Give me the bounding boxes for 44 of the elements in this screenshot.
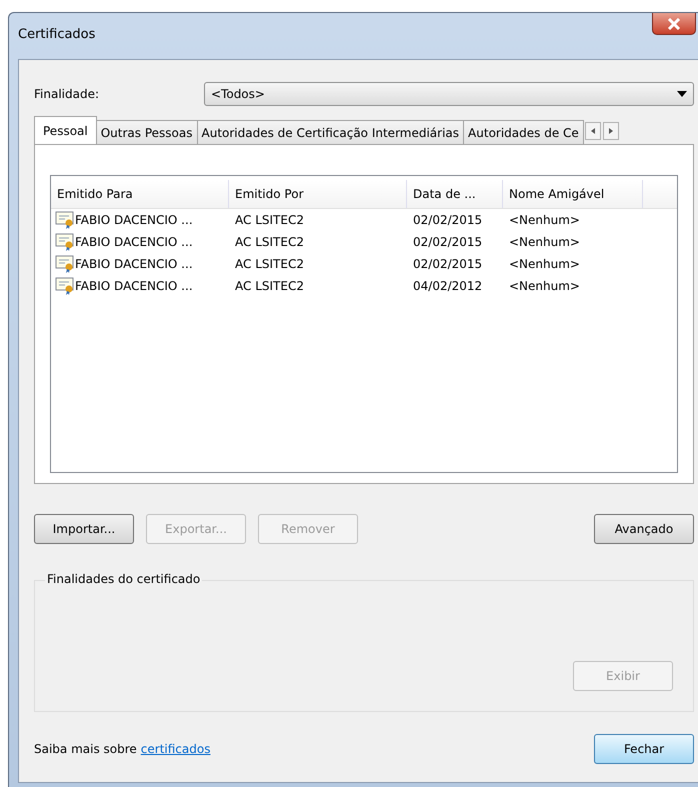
purpose-label: Finalidade: bbox=[34, 87, 100, 101]
certificate-icon bbox=[55, 211, 75, 229]
column-header[interactable]: Data de ... bbox=[407, 180, 503, 208]
purpose-dropdown[interactable]: <Todos> bbox=[204, 82, 694, 106]
column-header[interactable]: Nome Amigável bbox=[503, 180, 643, 208]
table-cell: 02/02/2015 bbox=[413, 213, 482, 227]
table-cell: FABIO DACENCIO ... bbox=[75, 213, 193, 227]
right-arrow-icon bbox=[608, 128, 613, 134]
table-cell: <Nenhum> bbox=[509, 279, 580, 293]
tab[interactable]: Pessoal bbox=[34, 116, 97, 144]
table-cell: 02/02/2015 bbox=[413, 257, 482, 271]
certificates-link[interactable]: certificados bbox=[140, 742, 210, 756]
table-cell: AC LSITEC2 bbox=[235, 279, 304, 293]
table-cell: AC LSITEC2 bbox=[235, 235, 304, 249]
close-icon bbox=[667, 18, 681, 30]
close-dialog-button[interactable]: Fechar bbox=[594, 734, 694, 764]
table-cell: FABIO DACENCIO ... bbox=[75, 257, 193, 271]
table-cell: AC LSITEC2 bbox=[235, 257, 304, 271]
table-cell: <Nenhum> bbox=[509, 257, 580, 271]
group-title: Finalidades do certificado bbox=[45, 572, 202, 586]
scroll-right-button[interactable] bbox=[602, 122, 619, 140]
table-cell: 04/02/2012 bbox=[413, 279, 482, 293]
certificate-icon bbox=[55, 233, 75, 251]
dropdown-arrow-icon bbox=[677, 91, 687, 97]
advanced-button[interactable]: Avançado bbox=[594, 514, 694, 544]
table-cell: <Nenhum> bbox=[509, 235, 580, 249]
column-header[interactable]: Emitido Para bbox=[51, 180, 229, 208]
column-header[interactable]: Emitido Por bbox=[229, 180, 407, 208]
table-cell: FABIO DACENCIO ... bbox=[75, 235, 193, 249]
table-cell: FABIO DACENCIO ... bbox=[75, 279, 193, 293]
close-button[interactable] bbox=[652, 13, 696, 35]
action-button[interactable]: Importar... bbox=[34, 514, 134, 544]
window-title: Certificados bbox=[18, 27, 96, 42]
table-cell: <Nenhum> bbox=[509, 213, 580, 227]
footer-text: Saiba mais sobre bbox=[34, 742, 137, 756]
scroll-left-button[interactable] bbox=[584, 122, 601, 140]
table-cell: 02/02/2015 bbox=[413, 235, 482, 249]
tab[interactable]: Autoridades de Ce bbox=[463, 120, 584, 144]
tab[interactable]: Outras Pessoas bbox=[96, 120, 198, 144]
table-cell: AC LSITEC2 bbox=[235, 213, 304, 227]
tab[interactable]: Autoridades de Certificação Intermediárias bbox=[196, 120, 464, 144]
certificate-icon bbox=[55, 277, 75, 295]
certificate-icon bbox=[55, 255, 75, 273]
left-arrow-icon bbox=[590, 128, 595, 134]
